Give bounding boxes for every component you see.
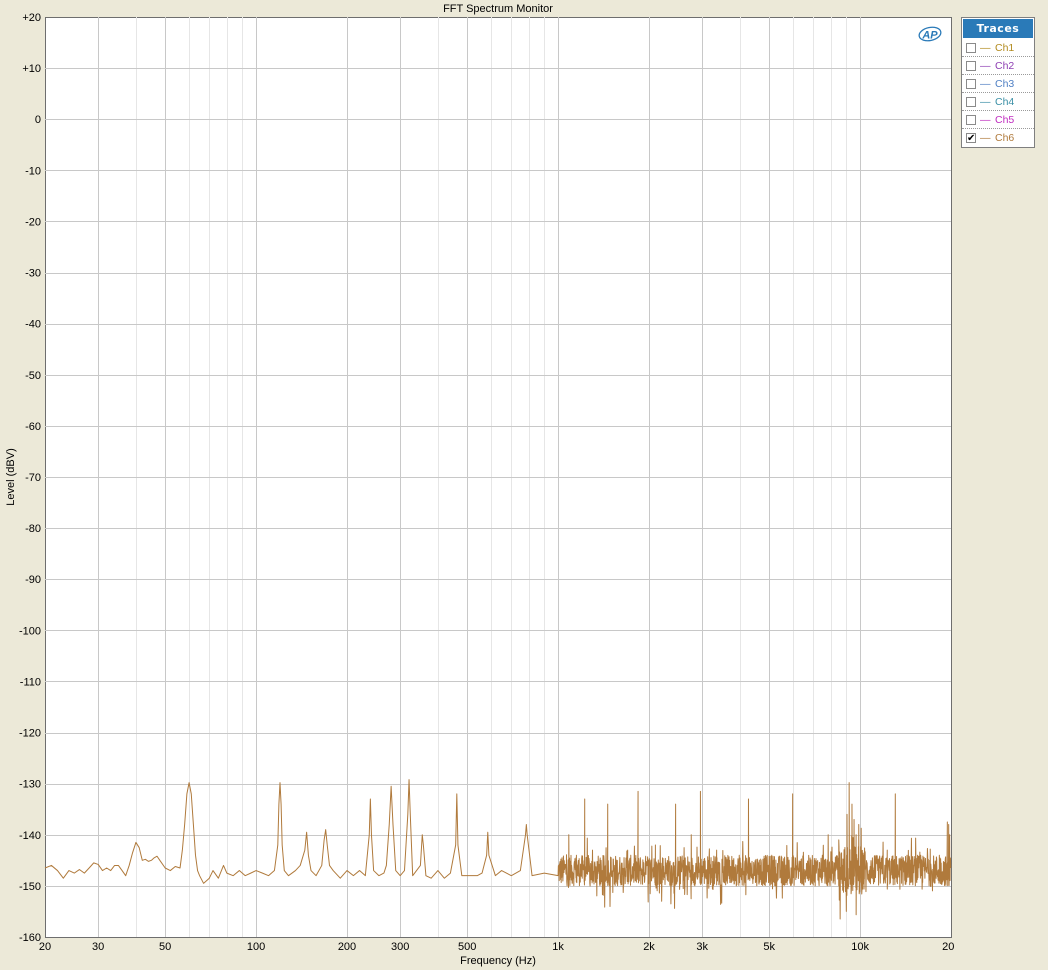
x-tick-label: 3k <box>696 941 708 953</box>
y-tick-label: +10 <box>22 63 41 75</box>
fft-chart: +20 +10 0 -10 -20 -30 -40 -50 -60 -70 -80 -90 -100 -1… <box>0 0 955 970</box>
traces-header: Traces <box>963 19 1033 38</box>
trace-color-swatch: — <box>980 59 991 72</box>
trace-checkbox[interactable] <box>966 96 976 107</box>
y-tick-label: -110 <box>20 676 41 688</box>
trace-checkbox[interactable] <box>966 42 976 53</box>
trace-label: Ch5 <box>995 113 1015 126</box>
chart-svg: +20 +10 0 -10 -20 -30 -40 -50 -60 -70 -80 -90 -100 -1… <box>5 3 955 967</box>
x-tick-label: 50 <box>159 941 171 953</box>
x-tick-label: 500 <box>458 941 476 953</box>
trace-color-swatch: — <box>980 132 991 144</box>
y-tick-label: -150 <box>19 881 41 893</box>
x-axis-label: Frequency (Hz) <box>460 955 536 967</box>
trace-checkbox[interactable] <box>966 78 976 89</box>
trace-row-ch2[interactable]: — Ch2 <box>962 57 1034 75</box>
trace-color-swatch: — <box>980 113 991 126</box>
trace-label: Ch6 <box>995 132 1015 144</box>
x-tick-label: 30 <box>92 941 104 953</box>
x-tick-label: 2k <box>643 941 655 953</box>
trace-label: Ch1 <box>995 41 1015 54</box>
y-tick-label: 0 <box>35 114 41 126</box>
trace-label: Ch4 <box>995 95 1015 108</box>
trace-checkbox[interactable] <box>966 60 976 71</box>
y-axis-label: Level (dBV) <box>5 448 17 505</box>
y-axis-ticks: +20 +10 0 -10 -20 -30 -40 -50 -60 -70 -80 -90 -100 -1… <box>19 12 41 944</box>
trace-label: Ch2 <box>995 59 1015 72</box>
y-tick-label: -120 <box>19 728 41 740</box>
y-tick-label: -20 <box>25 216 41 228</box>
y-tick-label: -40 <box>25 319 41 331</box>
x-tick-label: 10k <box>851 941 869 953</box>
trace-color-swatch: — <box>980 77 991 90</box>
y-tick-label: -100 <box>19 625 41 637</box>
y-tick-label: -160 <box>19 932 41 944</box>
trace-row-ch6[interactable]: ✔ — Ch6 <box>962 129 1034 147</box>
x-tick-label: 20 <box>39 941 51 953</box>
trace-checkbox[interactable] <box>966 114 976 125</box>
chart-title: FFT Spectrum Monitor <box>443 3 553 15</box>
y-tick-label: -10 <box>25 165 41 177</box>
x-tick-label: 5k <box>763 941 775 953</box>
trace-label: Ch3 <box>995 77 1015 90</box>
y-tick-label: -30 <box>25 268 41 280</box>
x-tick-label: 1k <box>552 941 564 953</box>
trace-row-ch4[interactable]: — Ch4 <box>962 93 1034 111</box>
trace-color-swatch: — <box>980 95 991 108</box>
y-tick-label: -70 <box>25 472 41 484</box>
y-tick-label: -140 <box>19 830 41 842</box>
y-tick-label: -90 <box>25 574 41 586</box>
x-axis-ticks: 20 30 50 100 200 300 500 1k 2k 3k 5k 10k 20k <box>39 941 955 953</box>
x-tick-label: 200 <box>338 941 356 953</box>
x-tick-label: 300 <box>391 941 409 953</box>
y-tick-label: -50 <box>25 370 41 382</box>
trace-color-swatch: — <box>980 41 991 54</box>
traces-list: — Ch1 — Ch2 — Ch3 — Ch4 — Ch5 ✔ — Ch6 <box>962 39 1034 147</box>
svg-text:AP: AP <box>921 30 938 42</box>
y-tick-label: +20 <box>22 12 41 24</box>
trace-row-ch3[interactable]: — Ch3 <box>962 75 1034 93</box>
x-tick-label: 20k <box>942 941 955 953</box>
y-tick-label: -130 <box>19 779 41 791</box>
y-tick-label: -60 <box>25 421 41 433</box>
x-tick-label: 100 <box>247 941 265 953</box>
trace-row-ch5[interactable]: — Ch5 <box>962 111 1034 129</box>
trace-row-ch1[interactable]: — Ch1 <box>962 39 1034 57</box>
y-tick-label: -80 <box>25 523 41 535</box>
trace-checkbox[interactable]: ✔ <box>966 133 976 144</box>
traces-legend: Traces — Ch1 — Ch2 — Ch3 — Ch4 — Ch5 ✔ — Ch6 <box>961 17 1035 148</box>
